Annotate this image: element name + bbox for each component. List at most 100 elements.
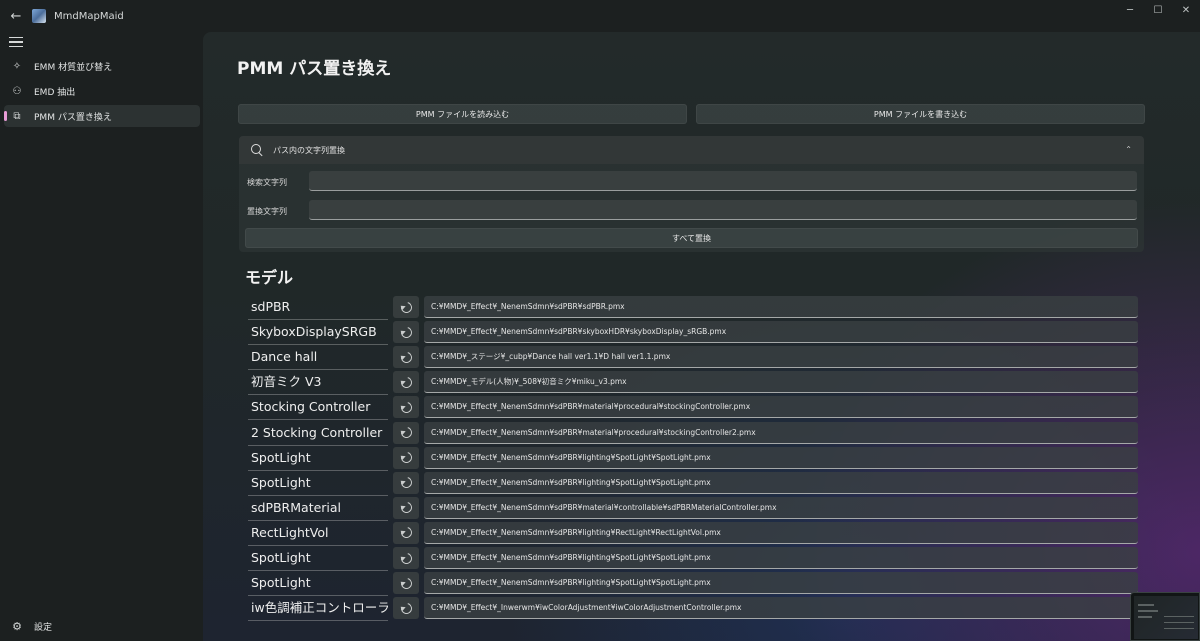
model-row: 2 Stocking Controller C:¥MMD¥_Effect¥_Nen…: [248, 421, 1138, 446]
sparkle-sort-icon: ✧: [12, 60, 22, 72]
close-button[interactable]: ✕: [1172, 0, 1200, 20]
sidebar: ✧ EMM 材質並び替え ⚇ EMD 抽出 ⧉ PMM パス置き換え: [0, 32, 203, 641]
reset-rotate-icon: [398, 575, 414, 591]
title-bar: ← MmdMapMaid ─ ☐ ✕: [0, 0, 1200, 32]
model-path-input[interactable]: C:¥MMD¥_Effect¥_NenemSdmn¥sdPBR¥lighting…: [424, 446, 1138, 469]
reset-path-button[interactable]: [393, 371, 419, 394]
model-name: 2 Stocking Controller: [248, 422, 388, 446]
sidebar-item-label: EMM 材質並び替え: [34, 62, 113, 73]
model-row: Stocking Controller C:¥MMD¥_Effect¥_Nenem…: [248, 396, 1138, 421]
model-name: Dance hall: [248, 346, 388, 371]
page-title: PMM パス置き換え: [237, 59, 392, 79]
reset-path-button[interactable]: [393, 346, 419, 369]
sidebar-item-emd-extract[interactable]: ⚇ EMD 抽出: [4, 80, 200, 102]
model-name: Stocking Controller: [248, 396, 388, 421]
window-controls: ─ ☐ ✕: [1116, 0, 1200, 32]
maximize-button[interactable]: ☐: [1144, 0, 1172, 20]
model-path-input[interactable]: C:¥MMD¥_Effect¥_NenemSdmn¥sdPBR¥lighting…: [424, 572, 1138, 595]
model-path-input[interactable]: C:¥MMD¥_Effect¥_NenemSdmn¥sdPBR¥skyboxHD…: [424, 321, 1138, 344]
window-title: MmdMapMaid: [54, 10, 124, 22]
reset-path-button[interactable]: [393, 547, 419, 569]
reset-rotate-icon: [398, 600, 414, 616]
reset-rotate-icon: [398, 450, 414, 466]
model-name: sdPBR: [248, 296, 388, 320]
model-name: RectLightVol: [248, 522, 388, 546]
reset-rotate-icon: [398, 374, 414, 390]
model-name: SkyboxDisplaySRGB: [248, 321, 388, 346]
reset-path-button[interactable]: [393, 396, 419, 419]
chevron-up-icon[interactable]: ⌃: [1125, 145, 1132, 154]
reset-rotate-icon: [398, 324, 414, 340]
reset-path-button[interactable]: [393, 597, 419, 620]
read-pmm-button[interactable]: PMM ファイルを読み込む: [238, 104, 687, 124]
sidebar-item-label: 設定: [34, 622, 53, 633]
replace-expander-header[interactable]: パス内の文字列置換 ⌃: [239, 136, 1144, 164]
reset-path-button[interactable]: [393, 296, 419, 318]
swap-window-icon: ⧉: [13, 110, 21, 122]
replace-string-label: 置換文字列: [247, 207, 287, 216]
model-name: 初音ミク V3: [248, 371, 388, 396]
reset-rotate-icon: [398, 475, 414, 491]
write-pmm-button[interactable]: PMM ファイルを書き込む: [696, 104, 1145, 124]
reset-rotate-icon: [398, 399, 414, 415]
people-extract-icon: ⚇: [12, 85, 22, 97]
model-path-input[interactable]: C:¥MMD¥_Effect¥_NenemSdmn¥sdPBR¥material…: [424, 421, 1138, 444]
model-row: SpotLight C:¥MMD¥_Effect¥_NenemSdmn¥sdPBR…: [248, 471, 1138, 496]
model-name: SpotLight: [248, 472, 388, 496]
reset-path-button[interactable]: [393, 521, 419, 544]
model-path-input[interactable]: C:¥MMD¥_Effect¥_NenemSdmn¥sdPBR¥sdPBR.pm…: [424, 296, 1138, 318]
model-path-input[interactable]: C:¥MMD¥_Effect¥_Inwerwm¥iwColorAdjustmen…: [424, 597, 1138, 620]
model-row: Dance hall C:¥MMD¥_ステージ¥_cubp¥Dance hall …: [248, 346, 1138, 371]
minimize-button[interactable]: ─: [1116, 0, 1144, 20]
reset-rotate-icon: [398, 299, 414, 315]
model-name: SpotLight: [248, 547, 388, 571]
model-path-input[interactable]: C:¥MMD¥_ステージ¥_cubp¥Dance hall ver1.1¥D h…: [424, 346, 1138, 369]
replace-all-button[interactable]: すべて置換: [245, 228, 1138, 248]
reset-path-button[interactable]: [393, 321, 419, 344]
reset-rotate-icon: [398, 500, 414, 516]
model-name: iw色調補正コントローラー: [248, 597, 388, 622]
search-icon: [250, 143, 264, 157]
window-thumbnail-preview[interactable]: [1130, 592, 1200, 641]
section-title-models: モデル: [245, 268, 294, 287]
model-name: SpotLight: [248, 447, 388, 471]
model-path-input[interactable]: C:¥MMD¥_Effect¥_NenemSdmn¥sdPBR¥lighting…: [424, 521, 1138, 544]
reset-rotate-icon: [398, 424, 414, 441]
model-path-input[interactable]: C:¥MMD¥_Effect¥_NenemSdmn¥sdPBR¥lighting…: [424, 471, 1138, 494]
sidebar-item-settings[interactable]: ⚙ 設定: [4, 616, 200, 636]
model-row: sdPBRMaterial C:¥MMD¥_Effect¥_NenemSdmn¥s…: [248, 496, 1138, 521]
reset-path-button[interactable]: [393, 496, 419, 519]
model-path-input[interactable]: C:¥MMD¥_モデル(人物)¥_508¥初音ミク¥miku_v3.pmx: [424, 371, 1138, 394]
model-row: SpotLight C:¥MMD¥_Effect¥_NenemSdmn¥sdPBR…: [248, 446, 1138, 471]
replace-string-input[interactable]: [309, 200, 1137, 220]
sidebar-item-emm-sort[interactable]: ✧ EMM 材質並び替え: [4, 55, 200, 77]
sidebar-item-label: PMM パス置き換え: [34, 112, 112, 123]
model-name: SpotLight: [248, 572, 388, 597]
sidebar-item-label: EMD 抽出: [34, 87, 76, 98]
replace-expander: パス内の文字列置換 ⌃ 検索文字列 置換文字列 すべて置換: [239, 136, 1144, 252]
model-row: sdPBR C:¥MMD¥_Effect¥_NenemSdmn¥sdPBR¥sdP…: [248, 296, 1138, 320]
reset-rotate-icon: [398, 349, 414, 365]
hamburger-menu-icon[interactable]: [9, 35, 23, 49]
model-row: SkyboxDisplaySRGB C:¥MMD¥_Effect¥_NenemSd…: [248, 321, 1138, 346]
model-row: iw色調補正コントローラー C:¥MMD¥_Effect¥_Inwerwm¥iwC…: [248, 597, 1138, 622]
gear-icon: ⚙: [12, 619, 22, 633]
search-string-label: 検索文字列: [247, 178, 287, 187]
main-panel: PMM パス置き換え PMM ファイルを読み込む PMM ファイルを書き込む パ…: [203, 32, 1200, 641]
reset-path-button[interactable]: [393, 421, 419, 444]
model-name: sdPBRMaterial: [248, 497, 388, 521]
model-row: 初音ミク V3 C:¥MMD¥_モデル(人物)¥_508¥初音ミク¥miku_v3…: [248, 371, 1138, 396]
back-arrow-icon[interactable]: ←: [0, 0, 32, 32]
app-icon: [32, 9, 46, 23]
reset-rotate-icon: [398, 525, 414, 541]
search-string-input[interactable]: [309, 171, 1137, 191]
reset-rotate-icon: [398, 550, 414, 566]
sidebar-item-pmm-path-replace[interactable]: ⧉ PMM パス置き換え: [4, 105, 200, 127]
reset-path-button[interactable]: [393, 471, 419, 494]
model-path-input[interactable]: C:¥MMD¥_Effect¥_NenemSdmn¥sdPBR¥material…: [424, 496, 1138, 519]
model-path-input[interactable]: C:¥MMD¥_Effect¥_NenemSdmn¥sdPBR¥material…: [424, 396, 1138, 419]
model-path-input[interactable]: C:¥MMD¥_Effect¥_NenemSdmn¥sdPBR¥lighting…: [424, 547, 1138, 569]
reset-path-button[interactable]: [393, 572, 419, 595]
model-row: SpotLight C:¥MMD¥_Effect¥_NenemSdmn¥sdPBR…: [248, 547, 1138, 571]
reset-path-button[interactable]: [393, 446, 419, 469]
